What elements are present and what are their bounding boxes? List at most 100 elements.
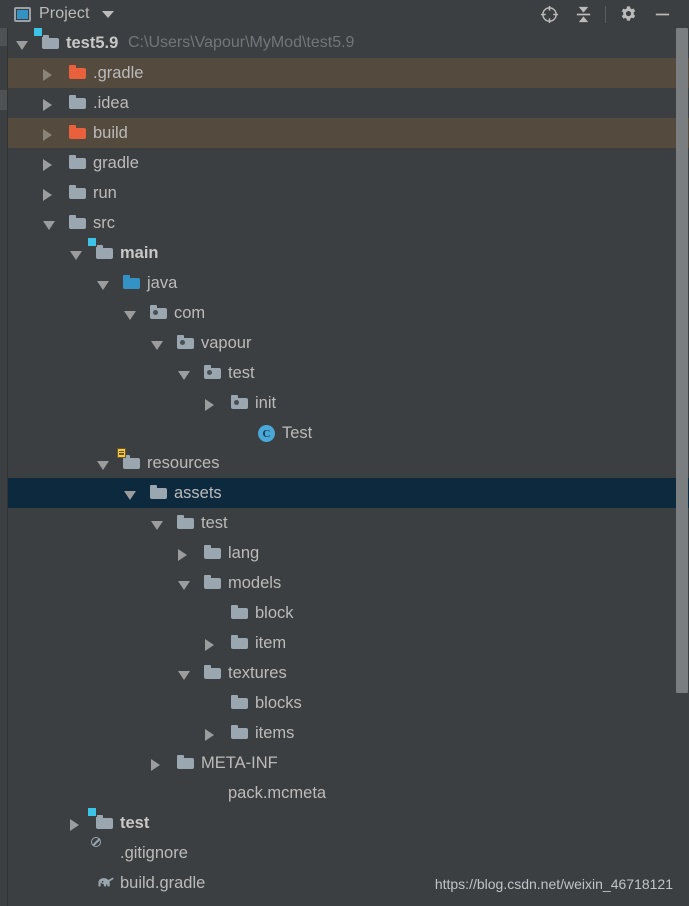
tree-row-init[interactable]: init <box>8 388 689 418</box>
tree-row-test[interactable]: test <box>8 807 689 838</box>
tree-row-models[interactable]: models <box>8 568 689 598</box>
panel-title-group[interactable]: Project <box>0 5 114 23</box>
tree-row-test[interactable]: C Test <box>8 418 689 448</box>
tree-row-main[interactable]: main <box>8 237 689 268</box>
row-icon <box>177 515 195 531</box>
tree-row-label: run <box>93 184 117 202</box>
tree-row-test[interactable]: test <box>8 358 689 388</box>
row-icon <box>87 237 114 261</box>
edge-tab-lower[interactable] <box>0 90 7 110</box>
row-icon <box>69 125 87 141</box>
row-icon <box>231 695 249 711</box>
tree-row--idea[interactable]: .idea <box>8 88 689 118</box>
java-class-icon: C <box>258 425 275 442</box>
tree-row-blocks[interactable]: blocks <box>8 688 689 718</box>
tree-row-build[interactable]: build <box>8 118 689 148</box>
expand-arrow-closed-icon[interactable] <box>43 69 52 81</box>
tree-row--gitignore[interactable]: .gitignore <box>8 837 689 868</box>
row-icon <box>96 875 114 891</box>
tree-row-label: test5.9 <box>66 34 119 52</box>
expand-arrow-open-icon[interactable] <box>178 371 190 380</box>
tree-row-block[interactable]: block <box>8 598 689 628</box>
row-icon <box>150 485 168 501</box>
tree-row-src[interactable]: src <box>8 208 689 238</box>
tree-row-label: META-INF <box>201 754 278 772</box>
expand-arrow-closed-icon[interactable] <box>205 639 214 651</box>
tree-row-label: resources <box>147 454 220 472</box>
tree-row-label: lang <box>228 544 260 562</box>
expand-arrow-closed-icon[interactable] <box>43 159 52 171</box>
expand-arrow-open-icon[interactable] <box>97 281 109 290</box>
tree-row-resources[interactable]: resources <box>8 448 689 478</box>
expand-arrow-closed-icon[interactable] <box>43 99 52 111</box>
tree-row-gradle[interactable]: gradle <box>8 148 689 178</box>
tree-row-label: Test <box>282 424 313 442</box>
row-icon: C <box>258 425 276 442</box>
expand-arrow-open-icon[interactable] <box>16 41 28 50</box>
expand-arrow-open-icon[interactable] <box>43 221 55 230</box>
expand-arrow-open-icon[interactable] <box>151 521 163 530</box>
row-icon <box>204 575 222 591</box>
expand-arrow-open-icon[interactable] <box>178 671 190 680</box>
tree-row-items[interactable]: items <box>8 718 689 748</box>
panel-toolbar <box>532 1 689 27</box>
tree-row-label: pack.mcmeta <box>228 784 327 802</box>
tree-row-test5-9[interactable]: test5.9 C:\Users\Vapour\MyMod\test5.9 <box>8 28 689 58</box>
hide-button[interactable] <box>645 1 679 27</box>
tree-row-meta-inf[interactable]: META-INF <box>8 748 689 778</box>
tree-row-label: items <box>255 724 295 742</box>
tree-row-assets[interactable]: assets <box>8 478 689 508</box>
tree-row-label: build.gradle <box>120 874 206 892</box>
expand-arrow-closed-icon[interactable] <box>43 189 52 201</box>
project-window-icon <box>14 6 31 22</box>
tree-row-label: textures <box>228 664 287 682</box>
tree-row-pack-mcmeta[interactable]: pack.mcmeta <box>8 778 689 808</box>
tree-row-com[interactable]: com <box>8 298 689 328</box>
expand-arrow-closed-icon[interactable] <box>70 819 79 831</box>
module-badge-icon <box>33 28 43 37</box>
tree-row-label: .gradle <box>93 64 144 82</box>
gradle-elephant-icon <box>98 877 114 887</box>
minimize-dash-icon <box>655 13 669 15</box>
chevron-down-icon[interactable] <box>101 10 114 18</box>
project-tool-window: Project test5.9 C:\Users\Vapour\MyMod\te… <box>0 0 689 906</box>
collapse-all-icon <box>576 6 590 22</box>
row-icon <box>204 785 222 801</box>
row-icon <box>231 725 249 741</box>
expand-arrow-open-icon[interactable] <box>178 581 190 590</box>
expand-arrow-closed-icon[interactable] <box>43 129 52 141</box>
tree-row-textures[interactable]: textures <box>8 658 689 688</box>
expand-arrow-open-icon[interactable] <box>70 251 82 260</box>
expand-arrow-open-icon[interactable] <box>124 311 136 320</box>
vertical-scrollbar[interactable] <box>675 28 689 906</box>
expand-arrow-open-icon[interactable] <box>151 341 163 350</box>
project-tree[interactable]: test5.9 C:\Users\Vapour\MyMod\test5.9 .gra… <box>8 28 689 906</box>
tree-row-java[interactable]: java <box>8 268 689 298</box>
settings-button[interactable] <box>611 1 645 27</box>
row-icon <box>69 65 87 81</box>
collapse-all-button[interactable] <box>566 1 600 27</box>
tree-row-label: item <box>255 634 287 652</box>
tree-row-vapour[interactable]: vapour <box>8 328 689 358</box>
expand-arrow-open-icon[interactable] <box>124 491 136 500</box>
module-badge-icon <box>87 237 97 247</box>
row-icon <box>87 807 114 831</box>
tree-row-run[interactable]: run <box>8 178 689 208</box>
tree-row-test[interactable]: test <box>8 508 689 538</box>
tree-row--gradle[interactable]: .gradle <box>8 58 689 88</box>
expand-arrow-closed-icon[interactable] <box>178 549 187 561</box>
scrollbar-thumb[interactable] <box>676 28 688 693</box>
tree-row-lang[interactable]: lang <box>8 538 689 568</box>
expand-arrow-closed-icon[interactable] <box>151 759 160 771</box>
expand-arrow-open-icon[interactable] <box>97 461 109 470</box>
select-opened-file-button[interactable] <box>532 1 566 27</box>
module-badge-icon <box>87 807 97 817</box>
tree-row-item[interactable]: item <box>8 628 689 658</box>
row-icon <box>177 335 195 351</box>
expand-arrow-closed-icon[interactable] <box>205 399 214 411</box>
expand-arrow-closed-icon[interactable] <box>205 729 214 741</box>
tree-row-label: gradle <box>93 154 139 172</box>
tool-window-edge-strip <box>0 28 8 906</box>
panel-header: Project <box>0 0 689 28</box>
edge-tab-upper[interactable] <box>0 28 7 46</box>
